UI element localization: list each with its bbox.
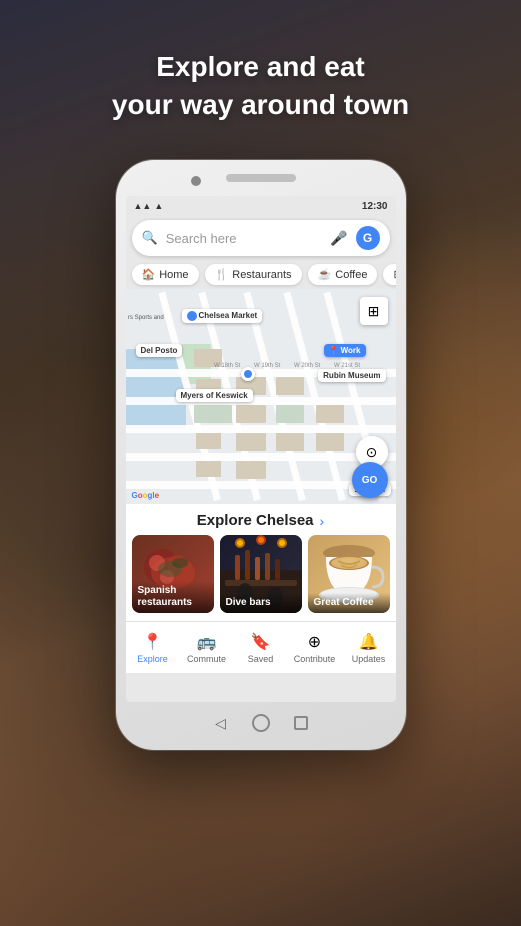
search-placeholder: Search here [166, 231, 322, 246]
nav-explore-label: Explore [137, 654, 168, 664]
nav-saved[interactable]: 🔖 Saved [234, 632, 288, 664]
card-great-coffee[interactable]: Great Coffee [308, 535, 390, 613]
nav-saved-label: Saved [248, 654, 274, 664]
status-time: 12:30 [362, 201, 388, 212]
updates-nav-icon: 🔔 [359, 632, 379, 652]
chip-coffee[interactable]: ☕ Coffee [308, 264, 378, 285]
map-label-del-posto: Del Posto [136, 344, 183, 357]
map-label-rubin-museum: Rubin Museum [318, 369, 385, 382]
chip-home-label: Home [159, 269, 188, 281]
svg-text:W 20th St: W 20th St [294, 363, 321, 369]
phone-back-button[interactable] [214, 716, 228, 730]
signal-icon: ▲▲ [134, 201, 152, 211]
nav-contribute[interactable]: ⊕ Contribute [288, 632, 342, 664]
map-label-chelsea-market: Chelsea Market [182, 309, 263, 323]
card-spanish-restaurants[interactable]: Spanish restaurants [132, 535, 214, 613]
restaurant-icon: 🍴 [215, 268, 229, 281]
svg-text:W 19th St: W 19th St [254, 363, 281, 369]
card-dive-bars-label: Dive bars [220, 593, 302, 613]
map-label-work: 📍Work [324, 344, 366, 357]
explore-header[interactable]: Explore Chelsea › [126, 504, 396, 535]
chip-restaurants-label: Restaurants [232, 269, 291, 281]
map-view[interactable]: W 18th St W 19th St W 20th St W 21st St … [126, 289, 396, 504]
phone-frame: ▲▲ ▲ 12:30 🔍 Search here 🎤 G 🏠 Home � [116, 160, 406, 750]
nav-updates[interactable]: 🔔 Updates [342, 632, 396, 664]
saved-nav-icon: 🔖 [251, 632, 271, 652]
explore-chevron: › [320, 513, 325, 529]
explore-nav-icon: 📍 [143, 632, 163, 652]
wifi-icon: ▲ [154, 201, 163, 211]
nav-explore[interactable]: 📍 Explore [126, 632, 180, 664]
phone-recents-button[interactable] [294, 716, 308, 730]
card-dive-bars[interactable]: Dive bars [220, 535, 302, 613]
nav-commute[interactable]: 🚌 Commute [180, 632, 234, 664]
phone-device: ▲▲ ▲ 12:30 🔍 Search here 🎤 G 🏠 Home � [116, 160, 406, 750]
header-section: Explore and eat your way around town [0, 48, 521, 124]
category-chips: 🏠 Home 🍴 Restaurants ☕ Coffee ⊞ [126, 260, 396, 289]
nav-contribute-label: Contribute [294, 654, 336, 664]
user-avatar[interactable]: G [356, 226, 380, 250]
chip-restaurants[interactable]: 🍴 Restaurants [205, 264, 302, 285]
phone-top-bar [226, 174, 296, 182]
phone-hardware-buttons [214, 714, 308, 732]
commute-nav-icon: 🚌 [197, 632, 217, 652]
chip-home[interactable]: 🏠 Home [132, 264, 199, 285]
svg-text:rs Sports and: rs Sports and [128, 315, 164, 321]
explore-section: Explore Chelsea › [126, 504, 396, 621]
phone-camera [191, 176, 201, 186]
search-bar[interactable]: 🔍 Search here 🎤 G [132, 220, 390, 256]
nav-updates-label: Updates [352, 654, 386, 664]
place-cards-row: Spanish restaurants [126, 535, 396, 621]
card-great-coffee-label: Great Coffee [308, 593, 390, 613]
phone-home-button[interactable] [252, 714, 270, 732]
bottom-navigation: 📍 Explore 🚌 Commute 🔖 Saved ⊕ Contribute… [126, 621, 396, 673]
svg-text:W 18th St: W 18th St [214, 363, 241, 369]
status-icons: ▲▲ ▲ [134, 201, 164, 211]
go-button[interactable]: GO [352, 462, 388, 498]
google-logo: Google [132, 491, 160, 500]
phone-screen: ▲▲ ▲ 12:30 🔍 Search here 🎤 G 🏠 Home � [126, 196, 396, 702]
chip-more[interactable]: ⊞ [383, 264, 395, 285]
user-location-pin [241, 367, 255, 381]
card-spanish-restaurants-label: Spanish restaurants [132, 581, 214, 613]
header-title: Explore and eat your way around town [0, 48, 521, 124]
map-label-myers: Myers of Keswick [176, 389, 253, 402]
search-icon: 🔍 [142, 230, 158, 246]
coffee-icon: ☕ [318, 268, 332, 281]
more-icon: ⊞ [393, 268, 395, 281]
home-icon: 🏠 [142, 268, 156, 281]
status-bar: ▲▲ ▲ 12:30 [126, 196, 396, 216]
chip-coffee-label: Coffee [335, 269, 367, 281]
explore-title: Explore Chelsea [197, 512, 314, 529]
nav-commute-label: Commute [187, 654, 226, 664]
contribute-nav-icon: ⊕ [308, 632, 321, 652]
microphone-icon[interactable]: 🎤 [330, 230, 347, 247]
map-layers-button[interactable]: ⊞ [360, 297, 388, 325]
